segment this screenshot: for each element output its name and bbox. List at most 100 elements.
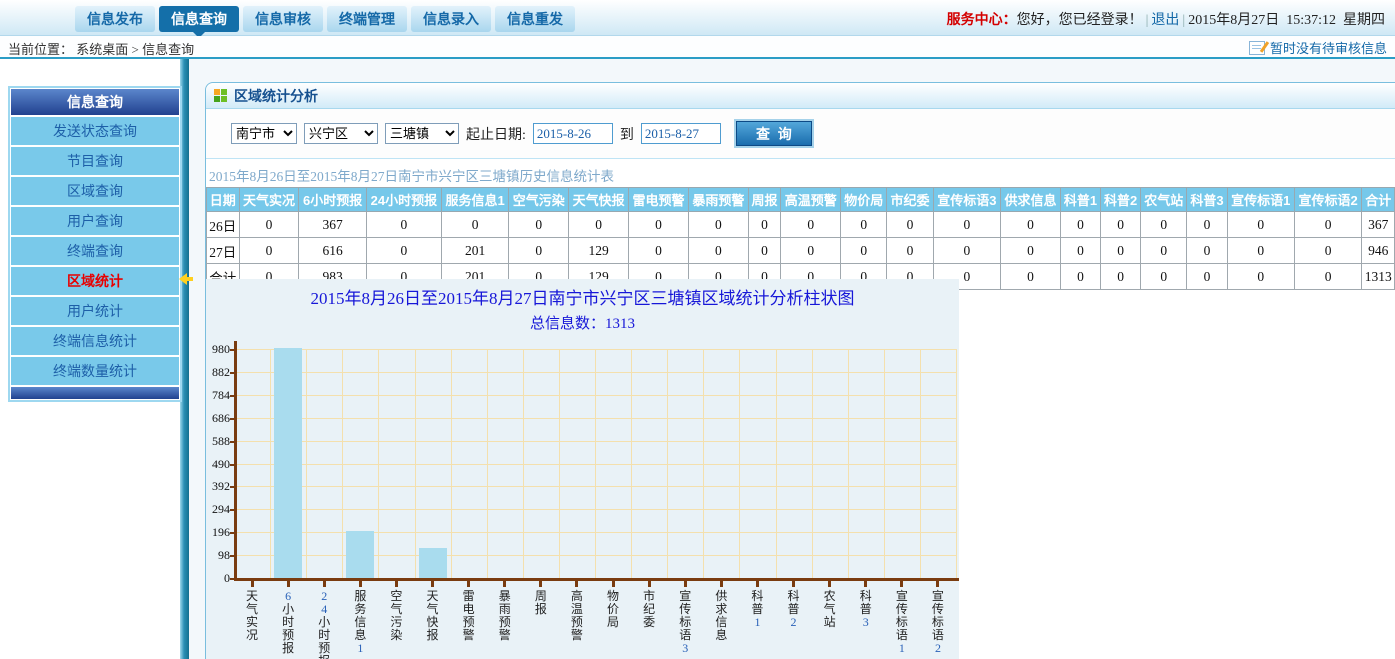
- table-cell: 129: [569, 238, 629, 264]
- y-axis-tick: [230, 578, 234, 580]
- breadcrumb: 当前位置： 系统桌面 > 信息查询: [8, 39, 194, 58]
- chart-gridline-v: [378, 349, 379, 578]
- breadcrumb-bar: 当前位置： 系统桌面 > 信息查询 暂时没有待审核信息: [0, 36, 1395, 59]
- table-cell: 0: [1187, 238, 1227, 264]
- x-axis-category-label: 天气快报: [425, 590, 441, 642]
- table-header-cell: 24小时预报: [366, 188, 441, 212]
- chart-gridline-v: [848, 349, 849, 578]
- x-axis-category-label: 宣传标语2: [930, 590, 946, 655]
- chart-bar: [274, 348, 302, 578]
- breadcrumb-prefix: 当前位置：: [8, 42, 73, 57]
- x-axis-tick: [395, 581, 398, 587]
- table-cell: 0: [887, 238, 933, 264]
- nav-tab[interactable]: 信息录入: [411, 6, 491, 32]
- chart-gridline-v: [523, 349, 524, 578]
- grid-squares-icon: [214, 89, 227, 102]
- query-form: 南宁市 兴宁区 三塘镇 起止日期: 到 查 询: [206, 109, 1395, 159]
- table-header-cell: 物价局: [841, 188, 887, 212]
- sidebar-item[interactable]: 用户统计: [11, 297, 179, 325]
- y-axis-tick: [230, 486, 234, 488]
- table-cell: 0: [688, 238, 748, 264]
- district-select[interactable]: 兴宁区: [304, 123, 378, 144]
- nav-tab[interactable]: 信息发布: [75, 6, 155, 32]
- table-cell: 616: [299, 238, 366, 264]
- table-cell: 0: [1101, 264, 1141, 290]
- y-axis-tick-label: 784: [206, 388, 230, 403]
- service-center-label: 服务中心：: [947, 13, 1017, 28]
- table-cell: 0: [509, 238, 569, 264]
- date-from-input[interactable]: [533, 123, 613, 144]
- table-cell: 0: [1060, 212, 1100, 238]
- pending-review-text: 暂时没有待审核信息: [1270, 41, 1387, 56]
- sidebar-item[interactable]: 发送状态查询: [11, 117, 179, 145]
- table-cell: 26日: [207, 212, 240, 238]
- pipe-separator: |: [1182, 13, 1185, 28]
- chart-gridline-v: [631, 349, 632, 578]
- table-cell: 0: [1141, 238, 1187, 264]
- chart-panel: 2015年8月26日至2015年8月27日南宁市兴宁区三塘镇区域统计分析柱状图 …: [206, 279, 959, 659]
- sidebar-item[interactable]: 终端数量统计: [11, 357, 179, 385]
- chart-gridline-v: [884, 349, 885, 578]
- table-cell: 0: [841, 212, 887, 238]
- table-cell: 0: [629, 212, 689, 238]
- sidebar-collapse-arrow-icon[interactable]: [179, 273, 193, 285]
- sidebar-item[interactable]: 区域统计: [11, 267, 179, 295]
- breadcrumb-home-link[interactable]: 系统桌面: [76, 42, 128, 57]
- x-axis-category-label: 24小时预报: [316, 590, 332, 659]
- chart-gridline-v: [595, 349, 596, 578]
- sidebar-title: 信息查询: [11, 89, 179, 115]
- chart-gridline-v: [739, 349, 740, 578]
- y-axis-tick: [230, 509, 234, 511]
- x-axis-tick: [359, 581, 362, 587]
- y-axis-tick-label: 0: [206, 571, 230, 586]
- sidebar-item[interactable]: 用户查询: [11, 207, 179, 235]
- chart-gridline-v: [703, 349, 704, 578]
- table-cell: 0: [509, 212, 569, 238]
- table-cell: 0: [1227, 264, 1294, 290]
- table-cell: 0: [1294, 264, 1361, 290]
- chart-title: 2015年8月26日至2015年8月27日南宁市兴宁区三塘镇区域统计分析柱状图: [206, 284, 959, 309]
- sidebar-item[interactable]: 区域查询: [11, 177, 179, 205]
- chart-gridline-v: [920, 349, 921, 578]
- table-cell: 0: [933, 238, 1000, 264]
- y-axis-tick: [230, 395, 234, 397]
- stats-table-header-row: 日期天气实况6小时预报24小时预报服务信息1空气污染天气快报雷电预警暴雨预警周报…: [207, 188, 1395, 212]
- nav-tab[interactable]: 信息查询: [159, 6, 239, 32]
- table-cell: 0: [1187, 212, 1227, 238]
- sidebar-item[interactable]: 节目查询: [11, 147, 179, 175]
- table-cell: 0: [1060, 238, 1100, 264]
- x-axis-tick: [612, 581, 615, 587]
- stats-table-title: 2015年8月26日至2015年8月27日南宁市兴宁区三塘镇历史信息统计表: [209, 165, 1395, 185]
- table-cell: 0: [441, 212, 508, 238]
- nav-tab[interactable]: 终端管理: [327, 6, 407, 32]
- table-cell: 0: [781, 238, 841, 264]
- x-axis-tick: [648, 581, 651, 587]
- table-cell: 0: [1294, 212, 1361, 238]
- y-axis-tick-label: 980: [206, 342, 230, 357]
- table-cell: 367: [299, 212, 366, 238]
- nav-tab[interactable]: 信息审核: [243, 6, 323, 32]
- table-header-cell: 合计: [1362, 188, 1395, 212]
- table-cell: 0: [781, 212, 841, 238]
- date-to-input[interactable]: [641, 123, 721, 144]
- x-axis-category-label: 6小时预报: [280, 590, 296, 655]
- sidebar-item[interactable]: 终端信息统计: [11, 327, 179, 355]
- town-select[interactable]: 三塘镇: [385, 123, 459, 144]
- x-axis-tick: [251, 581, 254, 587]
- chart-x-axis: [234, 578, 959, 581]
- table-cell: 0: [366, 212, 441, 238]
- city-select[interactable]: 南宁市: [231, 123, 297, 144]
- table-cell: 0: [366, 238, 441, 264]
- table-cell: 0: [1187, 264, 1227, 290]
- table-cell: 0: [1001, 238, 1061, 264]
- y-axis-tick-label: 882: [206, 365, 230, 380]
- sidebar-item[interactable]: 终端查询: [11, 237, 179, 265]
- logout-link[interactable]: 退出: [1151, 13, 1179, 28]
- query-button[interactable]: 查 询: [736, 121, 812, 146]
- chart-gridline-v: [956, 349, 957, 578]
- x-axis-tick: [431, 581, 434, 587]
- nav-tab[interactable]: 信息重发: [495, 6, 575, 32]
- pending-review-notice[interactable]: 暂时没有待审核信息: [1249, 38, 1387, 57]
- table-cell: 0: [841, 238, 887, 264]
- x-axis-category-label: 科普1: [749, 590, 765, 629]
